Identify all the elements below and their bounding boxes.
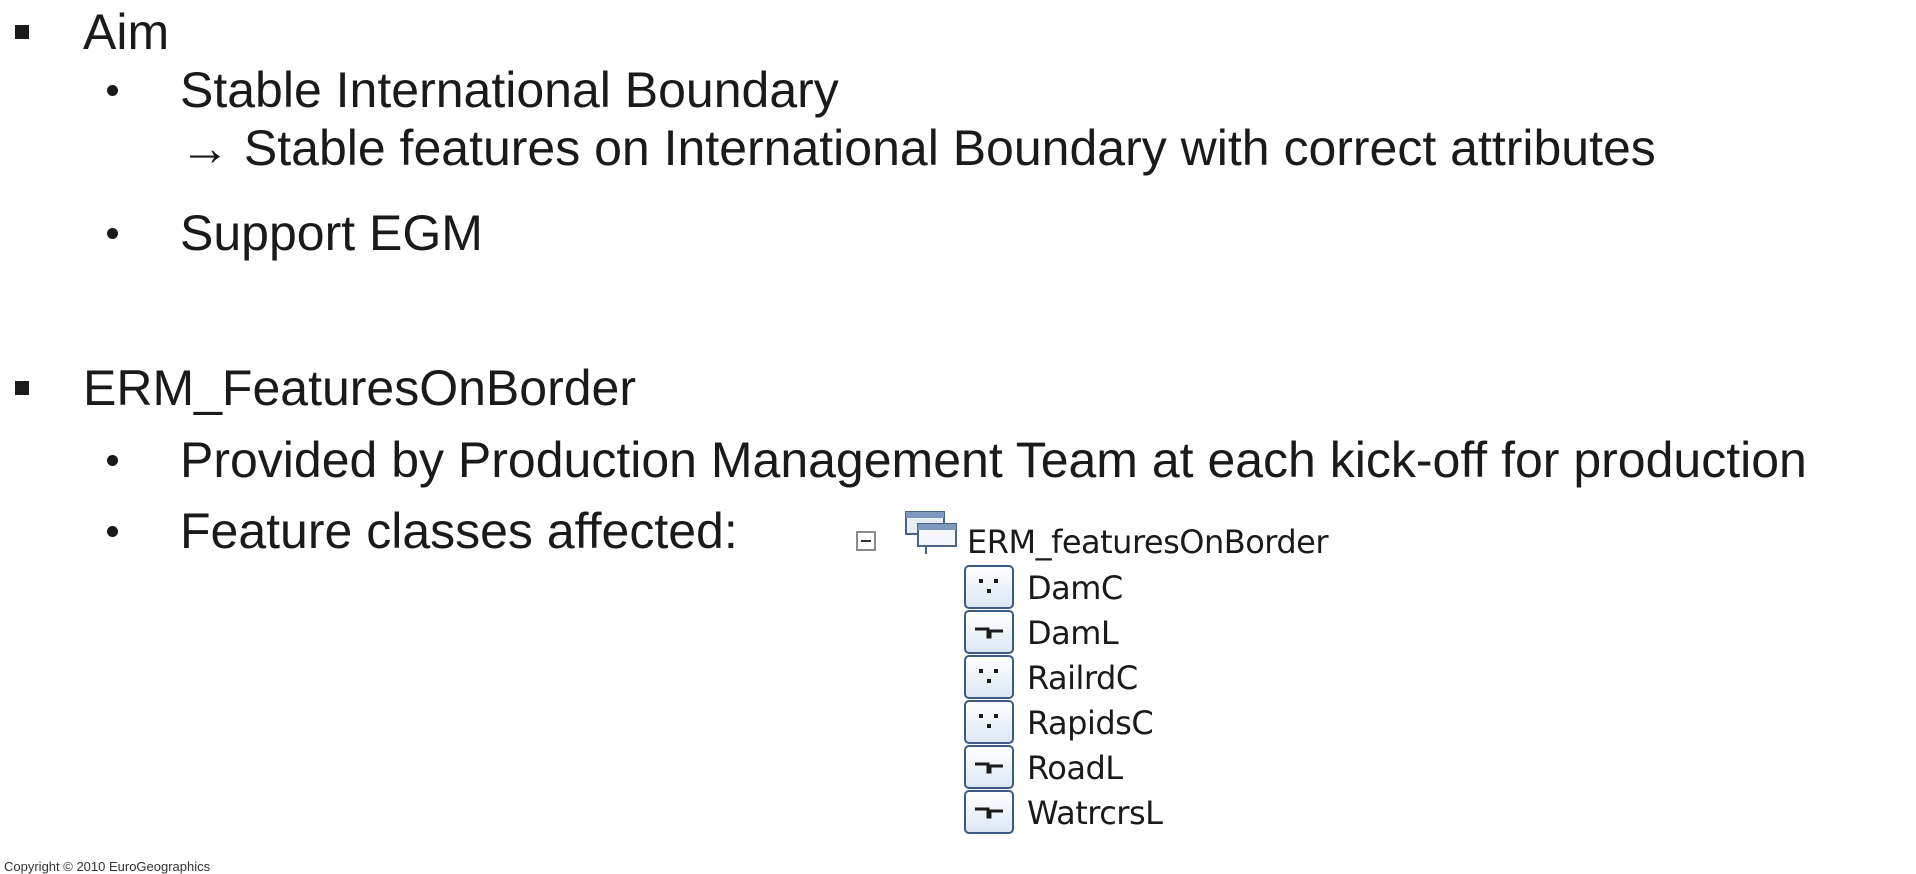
item-text: Feature classes affected: <box>180 503 738 559</box>
round-bullet-icon <box>107 85 118 96</box>
point-feature-class-icon <box>964 655 1014 699</box>
item-continuation: → Stable features on International Bound… <box>180 120 1656 176</box>
line-feature-class-icon <box>964 790 1014 834</box>
line-feature-class-icon <box>964 745 1014 789</box>
square-bullet-icon <box>15 25 29 39</box>
collapse-icon[interactable] <box>856 531 876 551</box>
tree-item-label: RoadL <box>1027 749 1123 787</box>
item-text: Support EGM <box>180 205 483 261</box>
tree-item-label: RapidsC <box>1027 704 1154 742</box>
round-bullet-icon <box>107 228 118 239</box>
point-feature-class-icon <box>964 700 1014 744</box>
item-text: Provided by Production Management Team a… <box>180 432 1807 488</box>
point-feature-class-icon <box>964 565 1014 609</box>
heading-erm-features: ERM_FeaturesOnBorder <box>83 360 637 416</box>
tree-item-label: DamC <box>1027 569 1123 607</box>
footer-copyright: Copyright © 2010 EuroGeographics <box>4 859 211 874</box>
tree-item-label: DamL <box>1027 614 1119 652</box>
item-text: Stable International Boundary <box>180 62 839 118</box>
tree-item-label: RailrdC <box>1027 659 1138 697</box>
square-bullet-icon <box>15 381 29 395</box>
line-feature-class-icon <box>964 610 1014 654</box>
round-bullet-icon <box>107 526 118 537</box>
tree-item-label: WatrcrsL <box>1027 794 1163 832</box>
tree-root-label: ERM_featuresOnBorder <box>967 523 1329 561</box>
feature-dataset-icon <box>905 511 957 554</box>
heading-aim: Aim <box>83 4 170 60</box>
round-bullet-icon <box>107 455 118 466</box>
catalog-tree: ERM_featuresOnBorder DamC DamL RailrdC R… <box>850 510 1450 874</box>
